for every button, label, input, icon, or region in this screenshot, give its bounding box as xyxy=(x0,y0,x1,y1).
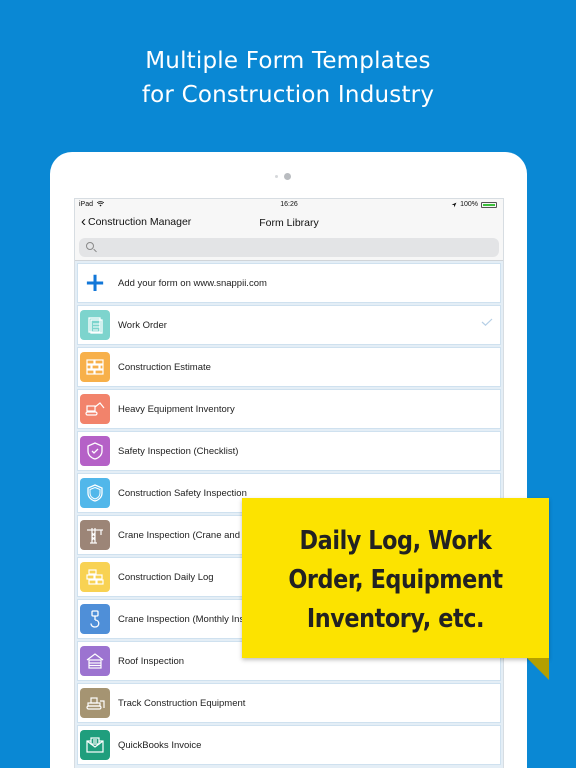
promo-line-3: Inventory, etc. xyxy=(306,604,485,634)
status-bar: iPad 16:26 100% xyxy=(75,199,503,211)
list-item-track-construction-equipment[interactable]: Track Construction Equipment xyxy=(77,683,501,723)
search-bar xyxy=(75,235,503,261)
list-item-work-order[interactable]: Work Order xyxy=(77,305,501,345)
crane-icon xyxy=(80,520,110,550)
list-item-heavy-equipment-inventory[interactable]: Heavy Equipment Inventory xyxy=(77,389,501,429)
roof-icon xyxy=(80,646,110,676)
checkmark-icon xyxy=(481,318,493,326)
promo-line-2: Order, Equipment xyxy=(288,565,503,595)
list-item-label: Safety Inspection (Checklist) xyxy=(118,445,239,457)
promo-callout: Daily Log, Work Order, Equipment Invento… xyxy=(242,498,549,658)
list-item-label: Add your form on www.snappii.com xyxy=(118,277,267,289)
search-icon xyxy=(86,242,94,250)
search-input[interactable] xyxy=(79,238,499,257)
promo-line-1: Daily Log, Work xyxy=(299,526,492,556)
list-item-safety-inspection-checklist[interactable]: Safety Inspection (Checklist) xyxy=(77,431,501,471)
list-item-label: Track Construction Equipment xyxy=(118,697,246,709)
promo-callout-text: Daily Log, Work Order, Equipment Invento… xyxy=(263,522,527,639)
bricks-icon xyxy=(80,562,110,592)
sensor-dot xyxy=(275,175,278,178)
camera-dot xyxy=(284,173,291,180)
list-item-label: Construction Safety Inspection xyxy=(118,487,247,499)
plus-icon: + xyxy=(84,268,106,298)
shield-check-icon xyxy=(80,436,110,466)
status-right: 100% xyxy=(451,201,497,208)
navigation-bar: ‹ Construction Manager Form Library xyxy=(75,211,503,235)
list-item-construction-estimate[interactable]: Construction Estimate xyxy=(77,347,501,387)
list-item-label: QuickBooks Invoice xyxy=(118,739,202,751)
ipad-device-frame: iPad 16:26 100% ‹ Construction Manager F… xyxy=(50,152,527,768)
app-screen: iPad 16:26 100% ‹ Construction Manager F… xyxy=(74,198,504,768)
list-item-label: Roof Inspection xyxy=(118,655,185,667)
headline-line-2: for Construction Industry xyxy=(141,82,435,108)
page-title: Form Library xyxy=(259,217,319,229)
excavator-icon xyxy=(80,394,110,424)
battery-percent: 100% xyxy=(460,201,478,208)
list-item-label: Crane Inspection (Crane and E xyxy=(118,529,249,541)
list-item-quickbooks-invoice[interactable]: QuickBooks Invoice xyxy=(77,725,501,765)
list-item-label: Work Order xyxy=(118,319,167,331)
list-item-label: Crane Inspection (Monthly Ins xyxy=(118,613,245,625)
clipboard-icon xyxy=(80,310,110,340)
bricks-icon xyxy=(80,352,110,382)
add-form-row[interactable]: + Add your form on www.snappii.com xyxy=(77,263,501,303)
list-item-label: Heavy Equipment Inventory xyxy=(118,403,235,415)
location-arrow-icon xyxy=(451,202,457,207)
battery-icon xyxy=(481,201,497,208)
list-item-label: Construction Estimate xyxy=(118,361,211,373)
headline-line-1: Multiple Form Templates xyxy=(145,48,431,74)
envelope-icon xyxy=(80,730,110,760)
headline: Multiple Form Templates for Construction… xyxy=(0,44,576,112)
status-time: 16:26 xyxy=(280,201,298,208)
promo-callout-fold xyxy=(527,658,549,680)
hook-icon xyxy=(80,604,110,634)
bulldozer-icon xyxy=(80,688,110,718)
shield-icon xyxy=(80,478,110,508)
list-item-label: Construction Daily Log xyxy=(118,571,214,583)
